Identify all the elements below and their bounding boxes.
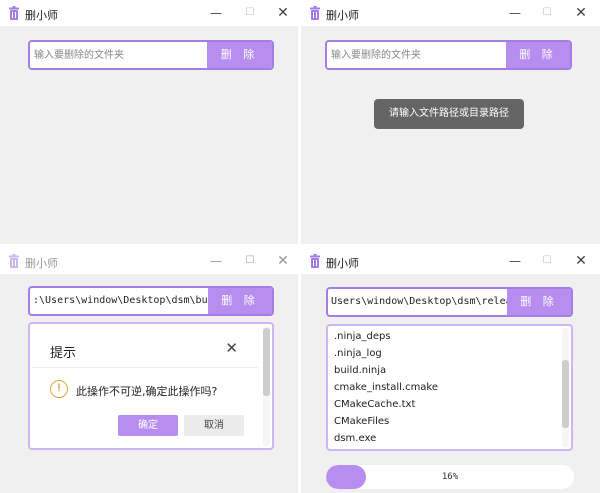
close-icon[interactable]: ✕ — [571, 3, 591, 23]
trash-icon — [310, 254, 320, 268]
app-title: 删小师 — [25, 9, 58, 22]
app-title: 删小师 — [326, 9, 359, 22]
folder-path-input[interactable]: Users\window\Desktop\dsm\release — [328, 289, 507, 315]
app-title: 删小师 — [326, 257, 359, 270]
close-icon[interactable]: ✕ — [273, 3, 293, 23]
path-input-group: Users\window\Desktop\dsm\release 删 除 — [326, 287, 573, 317]
path-input-group: :\Users\window\Desktop\dsm\build 删 除 — [28, 286, 274, 316]
confirm-dialog: 提示 ✕ ! 此操作不可逆,确定此操作吗? 确定 取消 — [32, 324, 258, 444]
delete-button[interactable]: 删 除 — [506, 42, 570, 68]
scrollbar-thumb[interactable] — [562, 360, 569, 428]
title-bar[interactable]: 删小师 — ☐ ✕ — [0, 248, 298, 274]
list-item[interactable]: dsm.exe — [334, 433, 376, 444]
warning-icon: ! — [50, 380, 68, 398]
list-item[interactable]: build.ninja — [334, 365, 386, 376]
dialog-message: 此操作不可逆,确定此操作吗? — [76, 385, 218, 398]
close-icon[interactable]: ✕ — [225, 339, 238, 357]
toast-message: 请输入文件路径或目录路径 — [374, 99, 524, 129]
list-item[interactable]: CMakeFiles — [334, 416, 389, 427]
app-title: 删小师 — [25, 257, 58, 270]
list-item[interactable]: .ninja_log — [334, 348, 382, 359]
folder-path-input[interactable] — [327, 42, 506, 68]
delete-button[interactable]: 删 除 — [207, 42, 272, 68]
cancel-button[interactable]: 取消 — [184, 415, 244, 436]
app-window-toast: 删小师 — ☐ ✕ 删 除 请输入文件路径或目录路径 — [301, 0, 600, 244]
title-bar[interactable]: 删小师 — ☐ ✕ — [0, 0, 298, 26]
close-icon[interactable]: ✕ — [571, 251, 591, 271]
close-icon[interactable]: ✕ — [273, 251, 293, 271]
app-window-confirm: 删小师 — ☐ ✕ :\Users\window\Desktop\dsm\bui… — [0, 248, 298, 493]
app-window-progress: 删小师 — ☐ ✕ Users\window\Desktop\dsm\relea… — [301, 248, 600, 493]
maximize-icon[interactable]: ☐ — [537, 251, 557, 271]
trash-icon — [9, 254, 19, 268]
maximize-icon[interactable]: ☐ — [537, 3, 557, 23]
maximize-icon[interactable]: ☐ — [240, 3, 260, 23]
trash-icon — [310, 6, 320, 20]
app-window-empty: 删小师 — ☐ ✕ 删 除 — [0, 0, 298, 244]
minimize-icon[interactable]: — — [206, 3, 226, 23]
scrollbar[interactable] — [562, 328, 569, 447]
minimize-icon[interactable]: — — [505, 251, 525, 271]
trash-icon — [9, 6, 19, 20]
minimize-icon[interactable]: — — [505, 3, 525, 23]
maximize-icon[interactable]: ☐ — [240, 251, 260, 271]
delete-button[interactable]: 删 除 — [208, 288, 272, 314]
divider — [32, 367, 258, 368]
progress-label: 16% — [441, 472, 459, 482]
delete-button[interactable]: 删 除 — [507, 289, 571, 315]
confirm-button[interactable]: 确定 — [118, 415, 178, 436]
scrollbar[interactable] — [263, 326, 270, 446]
progress-bar: 16% — [326, 465, 574, 489]
minimize-icon[interactable]: — — [206, 251, 226, 271]
folder-path-input[interactable]: :\Users\window\Desktop\dsm\build — [30, 288, 210, 314]
path-input-group: 删 除 — [28, 40, 274, 70]
folder-path-input[interactable] — [30, 42, 208, 68]
title-bar[interactable]: 删小师 — ☐ ✕ — [301, 0, 600, 26]
list-item[interactable]: cmake_install.cmake — [334, 382, 438, 393]
title-bar[interactable]: 删小师 — ☐ ✕ — [301, 248, 600, 274]
dialog-title: 提示 — [50, 346, 77, 361]
path-input-group: 删 除 — [325, 40, 572, 70]
file-list[interactable]: .ninja_deps .ninja_log build.ninja cmake_in… — [326, 324, 573, 451]
scrollbar-thumb[interactable] — [263, 328, 270, 396]
list-item[interactable]: .ninja_deps — [334, 331, 391, 342]
list-item[interactable]: CMakeCache.txt — [334, 399, 415, 410]
